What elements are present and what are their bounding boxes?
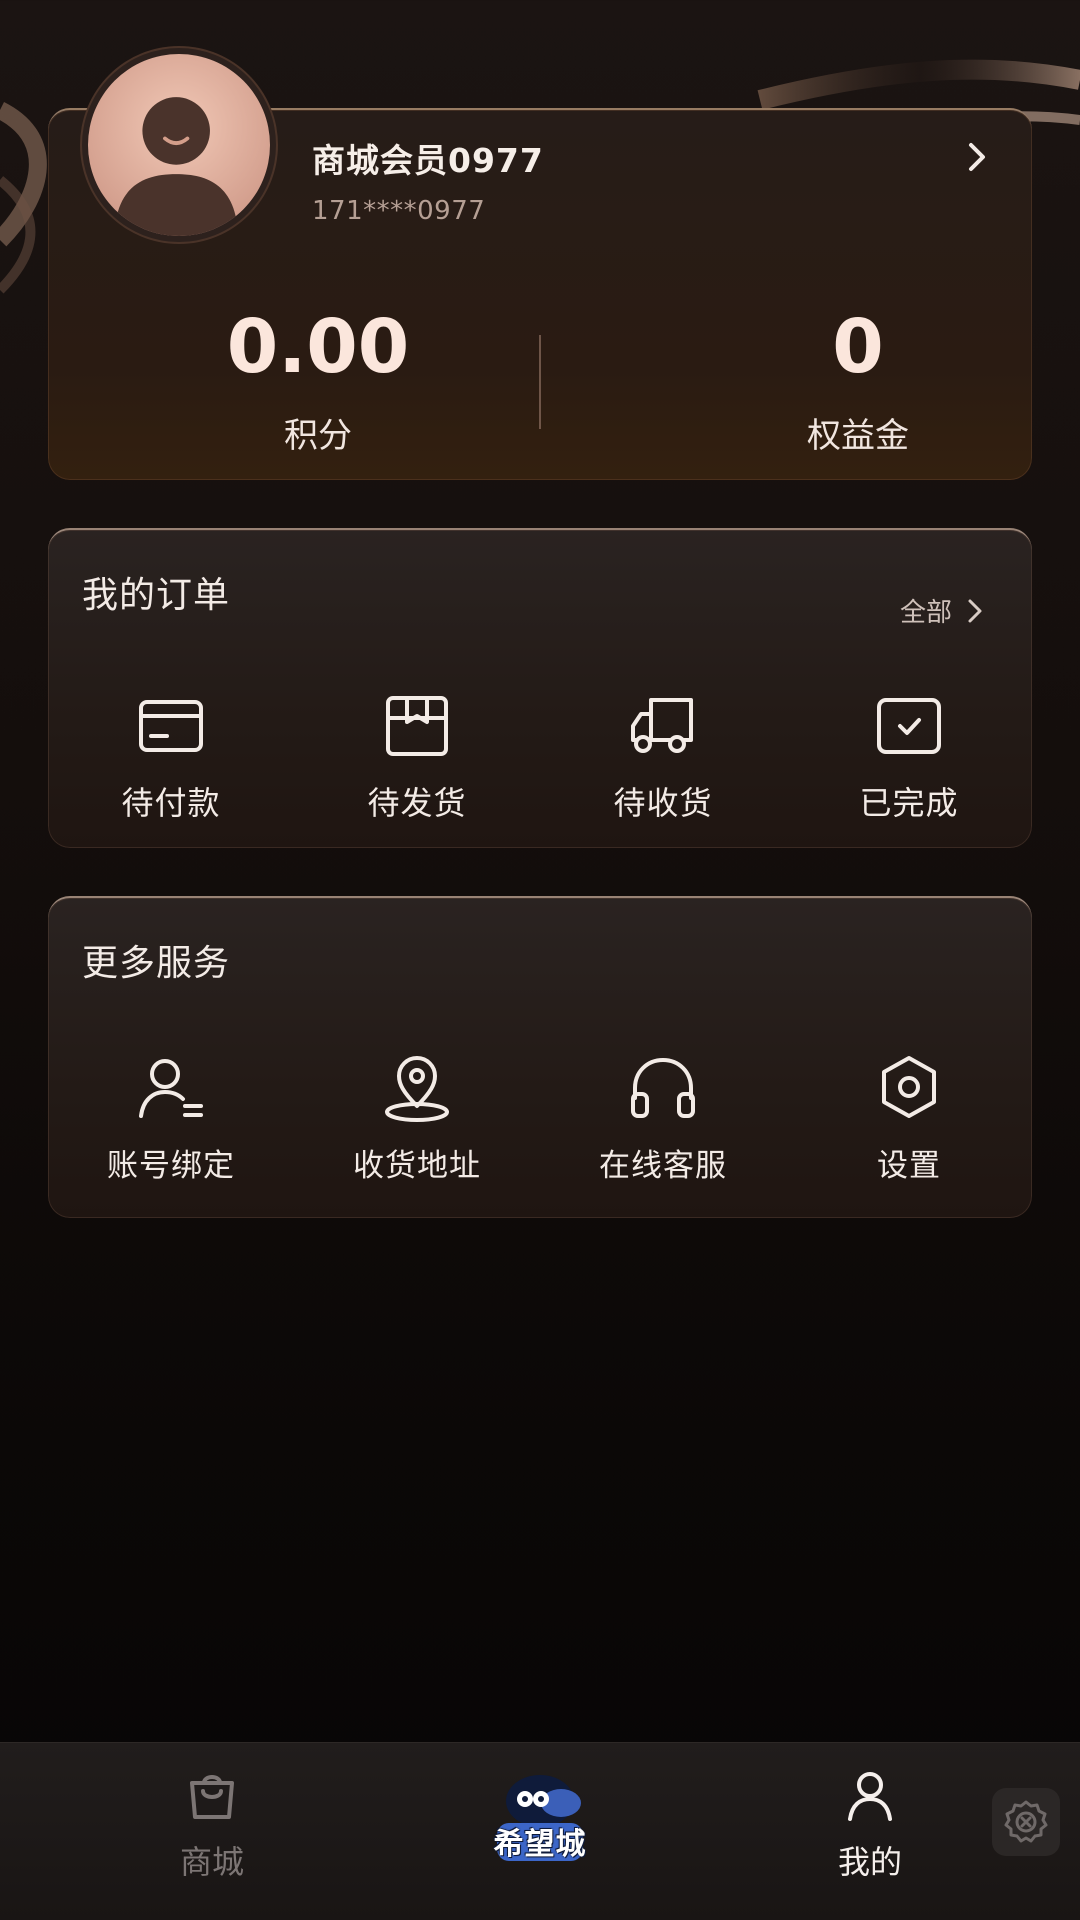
tab-mine-label: 我的	[837, 1843, 902, 1881]
headphones-icon	[631, 1057, 695, 1118]
orders-all-label: 全部	[899, 598, 952, 628]
orders-all-link[interactable]: 全部	[900, 592, 984, 629]
avatar[interactable]	[82, 48, 276, 242]
floating-settings-button[interactable]	[992, 1788, 1060, 1856]
order-pending-receipt[interactable]: 待收货	[540, 688, 786, 824]
shopping-bag-icon	[190, 1775, 234, 1819]
tab-shop-label: 商城	[179, 1843, 244, 1881]
card-icon	[139, 700, 203, 752]
benefit-value: 0	[832, 304, 884, 390]
gear-close-icon	[1004, 1800, 1048, 1843]
bottom-tab-bar: 商城 希望城 我的	[0, 1742, 1080, 1920]
brand-logo-text: 希望城	[493, 1827, 587, 1862]
check-box-icon	[877, 698, 941, 754]
benefit-stat[interactable]: 0 权益金	[708, 310, 1008, 457]
points-label: 积分	[284, 416, 352, 456]
order-pending-payment[interactable]: 待付款	[48, 688, 294, 824]
chevron-right-icon	[968, 599, 982, 622]
user-icon	[848, 1772, 892, 1821]
points-value: 0.00	[226, 304, 410, 390]
order-completed[interactable]: 已完成	[786, 688, 1032, 824]
service-online-support[interactable]: 在线客服	[540, 1050, 786, 1185]
service-account-binding[interactable]: 账号绑定	[48, 1050, 294, 1185]
tab-shop[interactable]: 商城	[152, 1743, 272, 1920]
service-item-label: 收货地址	[353, 1148, 481, 1184]
order-item-label: 待收货	[613, 784, 713, 822]
service-item-label: 账号绑定	[107, 1148, 235, 1184]
service-item-label: 在线客服	[599, 1148, 727, 1184]
member-name: 商城会员0977	[312, 141, 544, 180]
orders-panel: 我的订单 全部 待付款 待发货 待收货 已完成	[48, 528, 1032, 848]
package-icon	[386, 696, 448, 756]
user-list-icon	[139, 1059, 203, 1118]
stat-divider	[539, 335, 541, 429]
order-item-label: 待发货	[367, 784, 467, 822]
order-item-label: 已完成	[859, 784, 959, 822]
avatar-person-icon	[88, 54, 270, 236]
benefit-label: 权益金	[807, 416, 909, 456]
truck-icon	[631, 698, 693, 753]
tab-brand-logo[interactable]: 希望城	[470, 1743, 610, 1920]
member-phone: 171****0977	[312, 196, 486, 226]
service-settings[interactable]: 设置	[786, 1050, 1032, 1185]
chevron-right-icon[interactable]	[962, 140, 992, 174]
services-title: 更多服务	[82, 943, 231, 984]
service-shipping-address[interactable]: 收货地址	[294, 1050, 540, 1185]
service-item-label: 设置	[877, 1148, 941, 1184]
order-pending-shipment[interactable]: 待发货	[294, 688, 540, 824]
location-pin-icon	[385, 1056, 449, 1122]
tab-mine[interactable]: 我的	[810, 1743, 930, 1920]
order-item-label: 待付款	[121, 784, 221, 822]
orders-title: 我的订单	[82, 575, 231, 616]
hexagon-gear-icon	[882, 1056, 936, 1118]
services-panel: 更多服务 账号绑定 收货地址 在线客服 设置	[48, 896, 1032, 1218]
points-stat[interactable]: 0.00 积分	[168, 310, 468, 457]
